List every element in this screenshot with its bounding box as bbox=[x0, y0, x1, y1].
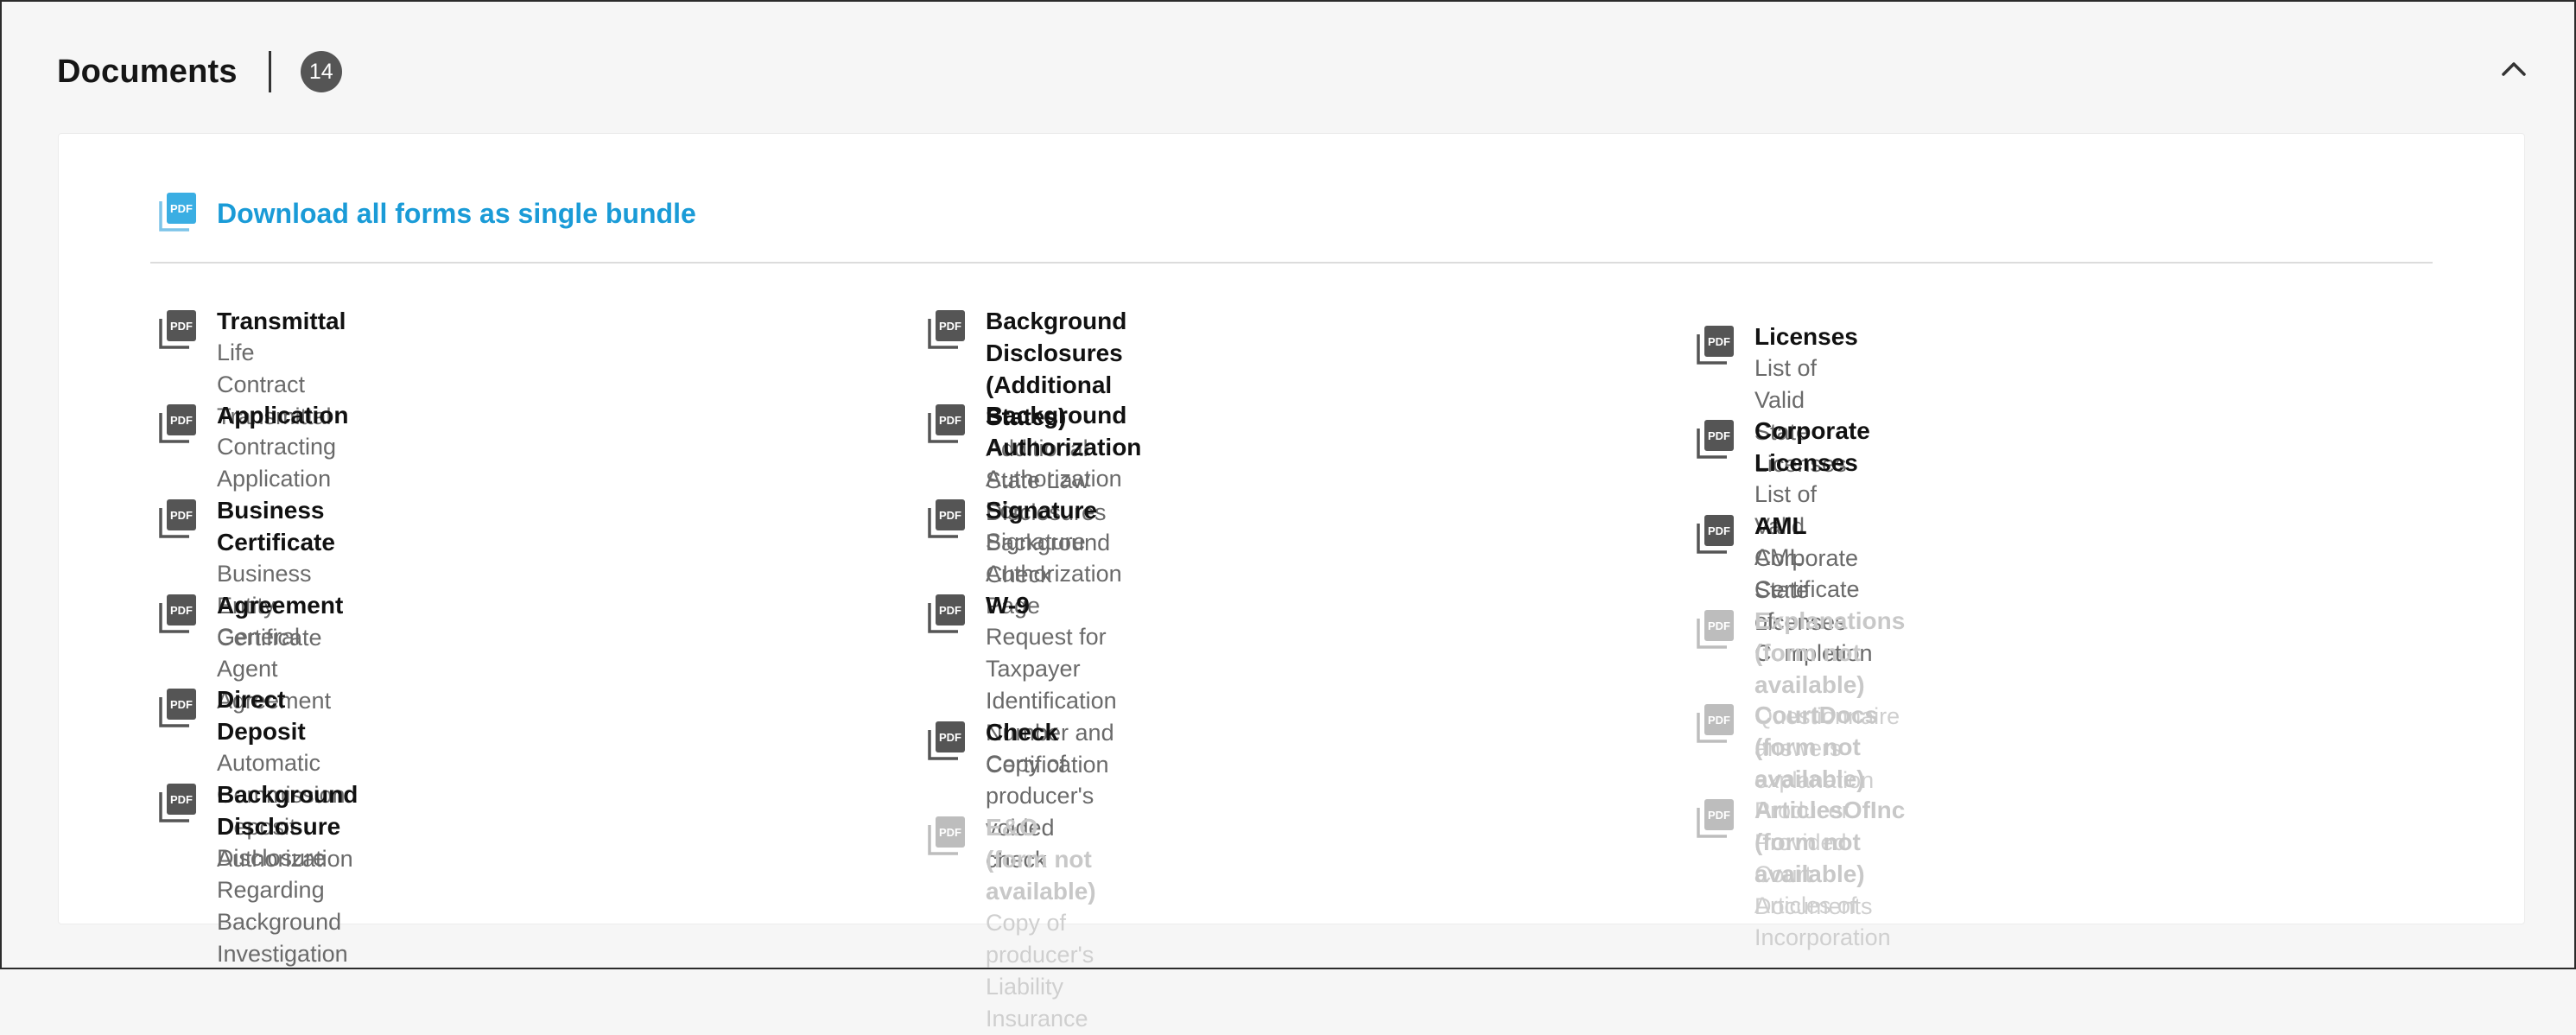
document-name: Check bbox=[986, 719, 1059, 746]
bundle-divider bbox=[150, 262, 2433, 264]
pdf-icon: PDF bbox=[1696, 324, 1735, 370]
svg-text:PDF: PDF bbox=[170, 509, 193, 522]
pdf-icon: PDF bbox=[927, 815, 967, 860]
pdf-icon: PDF bbox=[927, 403, 967, 448]
title-divider bbox=[268, 51, 271, 92]
document-description: Disclosure Regarding Background Investig… bbox=[217, 845, 348, 967]
documents-card: PDF Download all forms as single bundle … bbox=[58, 133, 2525, 1032]
document-item: PDF ArticlesOfInc (form not available) Ar… bbox=[1696, 794, 1905, 954]
document-text: Background Disclosure Disclosure Regardin… bbox=[217, 778, 358, 970]
pdf-icon: PDF bbox=[158, 308, 198, 354]
svg-text:PDF: PDF bbox=[939, 509, 961, 522]
pdf-icon: PDF bbox=[158, 593, 198, 638]
svg-text:PDF: PDF bbox=[1708, 429, 1730, 442]
document-description: Copy of producer's Liability Insurance bbox=[986, 910, 1094, 1032]
document-item[interactable]: PDF Background Disclosure Disclosure Rega… bbox=[158, 778, 358, 970]
pdf-icon: PDF bbox=[927, 593, 967, 638]
svg-text:PDF: PDF bbox=[939, 604, 961, 617]
pdf-icon: PDF bbox=[1696, 797, 1735, 843]
svg-text:PDF: PDF bbox=[170, 320, 193, 333]
svg-text:PDF: PDF bbox=[170, 698, 193, 711]
pdf-icon: PDF bbox=[1696, 513, 1735, 559]
document-name: W-9 bbox=[986, 592, 1030, 619]
svg-text:PDF: PDF bbox=[1708, 714, 1730, 727]
pdf-icon: PDF bbox=[158, 498, 198, 543]
documents-panel: Documents 14 PDF Download all forms as s… bbox=[0, 0, 2576, 1032]
document-name: CourtDocs (form not available) bbox=[1754, 702, 1879, 792]
pdf-icon: PDF bbox=[1696, 702, 1735, 748]
download-bundle-label: Download all forms as single bundle bbox=[217, 198, 696, 229]
svg-text:PDF: PDF bbox=[1708, 809, 1730, 822]
document-name: Application bbox=[217, 402, 349, 429]
document-name: Transmittal bbox=[217, 308, 346, 334]
document-name: ArticlesOfInc (form not available) bbox=[1754, 797, 1906, 887]
count-badge: 14 bbox=[300, 51, 342, 92]
svg-text:PDF: PDF bbox=[170, 604, 193, 617]
pdf-icon: PDF bbox=[927, 308, 967, 354]
document-text: Application Contracting Application bbox=[217, 399, 348, 495]
svg-text:PDF: PDF bbox=[170, 414, 193, 427]
svg-text:PDF: PDF bbox=[939, 320, 961, 333]
svg-text:PDF: PDF bbox=[939, 414, 961, 427]
document-name: Signature bbox=[986, 497, 1098, 524]
pdf-icon: PDF bbox=[927, 498, 967, 543]
document-name: E&O (form not available) bbox=[986, 814, 1096, 905]
document-name: Background Authorization bbox=[986, 402, 1142, 460]
document-name: Direct Deposit bbox=[217, 686, 306, 745]
document-description: Articles of Incorporation bbox=[1754, 892, 1891, 950]
pdf-icon: PDF bbox=[1696, 418, 1735, 464]
svg-text:PDF: PDF bbox=[170, 793, 193, 806]
svg-text:PDF: PDF bbox=[939, 731, 961, 744]
document-name: Agreement bbox=[217, 592, 344, 619]
svg-text:PDF: PDF bbox=[1708, 335, 1730, 348]
document-name: Corporate Licenses bbox=[1754, 417, 1870, 476]
pdf-icon: PDF bbox=[158, 403, 198, 448]
pdf-icon: PDF bbox=[927, 720, 967, 765]
document-text: E&O (form not available) Copy of producer… bbox=[986, 811, 1096, 1035]
document-name: AML bbox=[1754, 512, 1807, 539]
document-name: Business Certificate bbox=[217, 497, 335, 556]
svg-text:PDF: PDF bbox=[1708, 619, 1730, 632]
pdf-stack-icon: PDF bbox=[158, 191, 198, 237]
section-title: Documents bbox=[57, 53, 238, 90]
section-header: Documents 14 bbox=[57, 43, 342, 100]
chevron-up-icon bbox=[2502, 62, 2526, 76]
pdf-icon: PDF bbox=[1696, 608, 1735, 654]
svg-text:PDF: PDF bbox=[1708, 524, 1730, 537]
pdf-icon: PDF bbox=[158, 687, 198, 733]
document-name: Explanations (form not available) bbox=[1754, 607, 1906, 698]
document-item[interactable]: PDF Application Contracting Application bbox=[158, 399, 348, 495]
collapse-button[interactable] bbox=[2495, 50, 2533, 88]
document-item: PDF E&O (form not available) Copy of prod… bbox=[927, 811, 1096, 1035]
document-text: ArticlesOfInc (form not available) Articl… bbox=[1754, 794, 1905, 954]
document-name: Background Disclosure bbox=[217, 781, 358, 840]
svg-text:PDF: PDF bbox=[170, 202, 193, 215]
document-description: Contracting Application bbox=[217, 434, 337, 492]
document-name: Licenses bbox=[1754, 323, 1858, 350]
download-bundle-link[interactable]: PDF Download all forms as single bundle bbox=[158, 191, 696, 237]
svg-text:PDF: PDF bbox=[939, 826, 961, 839]
pdf-icon: PDF bbox=[158, 782, 198, 828]
